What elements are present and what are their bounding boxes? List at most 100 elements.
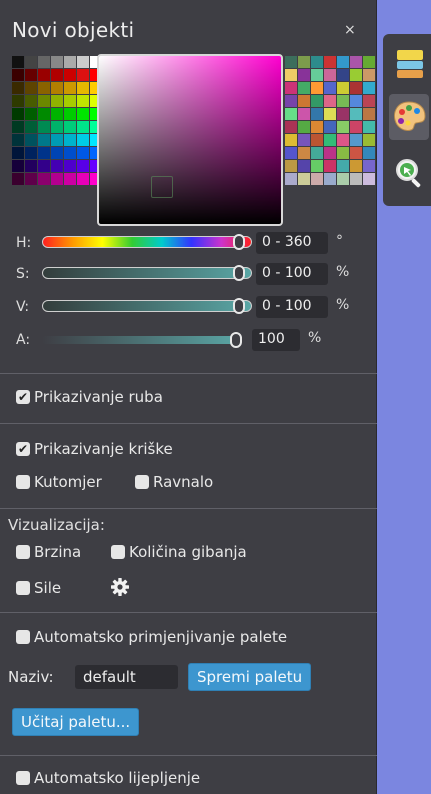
saturation-range-input[interactable]: 0 - 100: [256, 263, 328, 285]
show-border-checkbox[interactable]: ✔ Prikazivanje ruba: [16, 388, 163, 406]
custom-color-swatch[interactable]: [350, 121, 362, 133]
custom-color-swatch[interactable]: [324, 95, 336, 107]
preset-color-swatch[interactable]: [25, 134, 37, 146]
custom-color-swatch[interactable]: [324, 108, 336, 120]
custom-color-swatch[interactable]: [298, 173, 310, 185]
preset-color-swatch[interactable]: [51, 121, 63, 133]
custom-color-swatch[interactable]: [337, 173, 349, 185]
custom-color-swatch[interactable]: [350, 160, 362, 172]
preset-color-swatch[interactable]: [64, 95, 76, 107]
custom-color-swatch[interactable]: [311, 121, 323, 133]
custom-color-swatch[interactable]: [363, 95, 375, 107]
custom-color-swatch[interactable]: [363, 56, 375, 68]
saturation-slider[interactable]: [42, 265, 252, 281]
custom-color-swatch[interactable]: [337, 121, 349, 133]
custom-color-swatch[interactable]: [324, 82, 336, 94]
custom-color-swatch[interactable]: [285, 134, 297, 146]
custom-color-swatch[interactable]: [337, 82, 349, 94]
custom-color-swatch[interactable]: [285, 147, 297, 159]
gear-icon[interactable]: [110, 577, 130, 597]
custom-color-swatch[interactable]: [363, 134, 375, 146]
preset-color-swatch[interactable]: [38, 69, 50, 81]
custom-color-swatch[interactable]: [285, 95, 297, 107]
preset-color-swatch[interactable]: [38, 134, 50, 146]
momentum-checkbox[interactable]: Količina gibanja: [111, 543, 247, 561]
custom-color-swatch[interactable]: [337, 95, 349, 107]
preset-color-swatch[interactable]: [51, 69, 63, 81]
preset-color-swatch[interactable]: [12, 95, 24, 107]
custom-color-swatch[interactable]: [298, 69, 310, 81]
preset-color-swatch[interactable]: [38, 160, 50, 172]
preset-color-swatch[interactable]: [12, 134, 24, 146]
custom-color-swatch[interactable]: [285, 56, 297, 68]
custom-color-swatch[interactable]: [311, 56, 323, 68]
preset-color-swatch[interactable]: [64, 108, 76, 120]
preset-color-swatch[interactable]: [51, 160, 63, 172]
preset-color-swatch[interactable]: [12, 82, 24, 94]
preset-color-swatch[interactable]: [25, 95, 37, 107]
custom-color-swatch[interactable]: [324, 173, 336, 185]
custom-color-swatch[interactable]: [350, 108, 362, 120]
preset-color-swatch[interactable]: [25, 82, 37, 94]
preset-color-swatch[interactable]: [25, 147, 37, 159]
value-slider-knob[interactable]: [233, 298, 246, 314]
preset-color-swatch[interactable]: [25, 69, 37, 81]
custom-color-swatch[interactable]: [337, 69, 349, 81]
custom-color-swatch[interactable]: [337, 134, 349, 146]
custom-color-swatch[interactable]: [337, 160, 349, 172]
preset-color-swatch[interactable]: [51, 147, 63, 159]
custom-color-swatch[interactable]: [350, 134, 362, 146]
preset-color-swatch[interactable]: [12, 173, 24, 185]
palette-name-input[interactable]: [75, 665, 178, 689]
preset-color-swatch[interactable]: [77, 160, 89, 172]
preset-color-swatch[interactable]: [51, 56, 63, 68]
hue-slider[interactable]: [42, 234, 252, 250]
preset-color-swatch[interactable]: [64, 147, 76, 159]
custom-color-swatch[interactable]: [311, 173, 323, 185]
custom-color-swatch[interactable]: [363, 108, 375, 120]
preset-color-swatch[interactable]: [77, 147, 89, 159]
custom-color-swatch[interactable]: [363, 121, 375, 133]
custom-color-swatch[interactable]: [298, 56, 310, 68]
alpha-slider-knob[interactable]: [230, 332, 242, 348]
preset-color-swatch[interactable]: [38, 82, 50, 94]
custom-color-swatch[interactable]: [337, 108, 349, 120]
custom-color-swatch[interactable]: [350, 95, 362, 107]
custom-color-swatch[interactable]: [298, 134, 310, 146]
saturation-slider-knob[interactable]: [233, 265, 246, 281]
custom-color-swatch[interactable]: [337, 147, 349, 159]
custom-color-swatch[interactable]: [350, 56, 362, 68]
custom-color-swatch[interactable]: [363, 82, 375, 94]
forces-box[interactable]: [16, 581, 30, 595]
custom-color-swatch[interactable]: [311, 160, 323, 172]
auto-paste-box[interactable]: [16, 771, 30, 785]
speed-checkbox[interactable]: Brzina: [16, 543, 81, 561]
custom-color-swatch[interactable]: [298, 95, 310, 107]
save-palette-button[interactable]: Spremi paletu: [188, 663, 312, 691]
auto-apply-palette-box[interactable]: [16, 630, 30, 644]
custom-color-swatch[interactable]: [324, 121, 336, 133]
custom-color-swatch[interactable]: [285, 69, 297, 81]
preset-color-swatch[interactable]: [51, 134, 63, 146]
preset-color-swatch[interactable]: [12, 108, 24, 120]
tab-layers[interactable]: [389, 42, 429, 88]
custom-color-swatch[interactable]: [311, 95, 323, 107]
custom-color-swatch[interactable]: [324, 69, 336, 81]
preset-color-swatch[interactable]: [12, 147, 24, 159]
forces-checkbox[interactable]: Sile: [16, 579, 61, 597]
preset-color-swatch[interactable]: [38, 95, 50, 107]
custom-color-swatch[interactable]: [363, 173, 375, 185]
load-palette-button[interactable]: Učitaj paletu...: [12, 708, 140, 736]
custom-color-swatch[interactable]: [337, 56, 349, 68]
preset-color-swatch[interactable]: [77, 134, 89, 146]
preset-color-swatch[interactable]: [77, 121, 89, 133]
preset-color-swatch[interactable]: [51, 82, 63, 94]
preset-color-swatch[interactable]: [12, 56, 24, 68]
custom-color-swatch[interactable]: [363, 160, 375, 172]
custom-color-swatch[interactable]: [298, 108, 310, 120]
custom-color-swatch[interactable]: [285, 160, 297, 172]
alpha-slider[interactable]: [42, 332, 242, 348]
protractor-box[interactable]: [16, 475, 30, 489]
alpha-value-input[interactable]: 100: [252, 329, 300, 351]
custom-color-swatch[interactable]: [311, 69, 323, 81]
